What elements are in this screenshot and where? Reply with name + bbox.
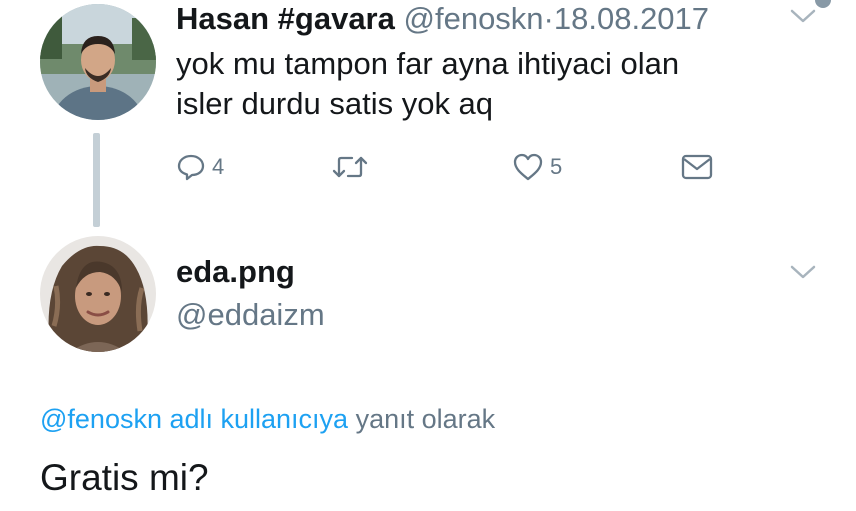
tweet2-menu-button[interactable] [788, 262, 818, 282]
tweet1-text-line1: yok mu tampon far ayna ihtiyaci olan [176, 46, 680, 81]
tweet2-author-handle[interactable]: @eddaizm [176, 297, 325, 333]
avatar-eda[interactable] [40, 236, 156, 352]
like-count: 5 [550, 154, 563, 179]
tweet1-author-name[interactable]: Hasan #gavara [176, 1, 395, 36]
avatar-man-photo [40, 4, 156, 120]
tweet1-author-handle[interactable]: @fenoskn [404, 1, 544, 36]
reply-count: 4 [212, 154, 225, 179]
tweet1-separator: · [543, 1, 554, 36]
tweet2-author-name[interactable]: eda.png [176, 254, 295, 290]
retweet-icon [332, 156, 368, 178]
thread-connector-line [93, 133, 100, 227]
chevron-down-icon [790, 9, 816, 23]
avatar-woman-photo [40, 236, 156, 352]
like-button[interactable]: 5 [512, 152, 562, 182]
reply-button[interactable]: 4 [176, 152, 224, 182]
reply-to-link[interactable]: @fenoskn adlı kullanıcıya [40, 404, 348, 434]
tweet1-menu-button[interactable] [788, 6, 818, 26]
tweet1-header: Hasan #gavara @fenoskn·18.08.2017 [176, 1, 709, 37]
reply-context: @fenoskn adlı kullanıcıya yanıt olarak [40, 402, 495, 436]
retweet-button[interactable] [330, 152, 370, 182]
direct-message-button[interactable] [680, 152, 714, 182]
heart-icon [513, 153, 543, 181]
tweet1-date[interactable]: 18.08.2017 [554, 1, 709, 36]
reply-icon [177, 154, 205, 181]
reply-to-suffix: yanıt olarak [355, 404, 496, 434]
tweet1-text-line2: isler durdu satis yok aq [176, 86, 494, 121]
envelope-icon [681, 154, 713, 180]
tweet2-text: Gratis mi? [40, 457, 209, 498]
chevron-down-icon [790, 265, 816, 279]
avatar-hasan[interactable] [40, 4, 156, 120]
tweet1-text: yok mu tampon far ayna ihtiyaci olan isl… [176, 44, 796, 124]
